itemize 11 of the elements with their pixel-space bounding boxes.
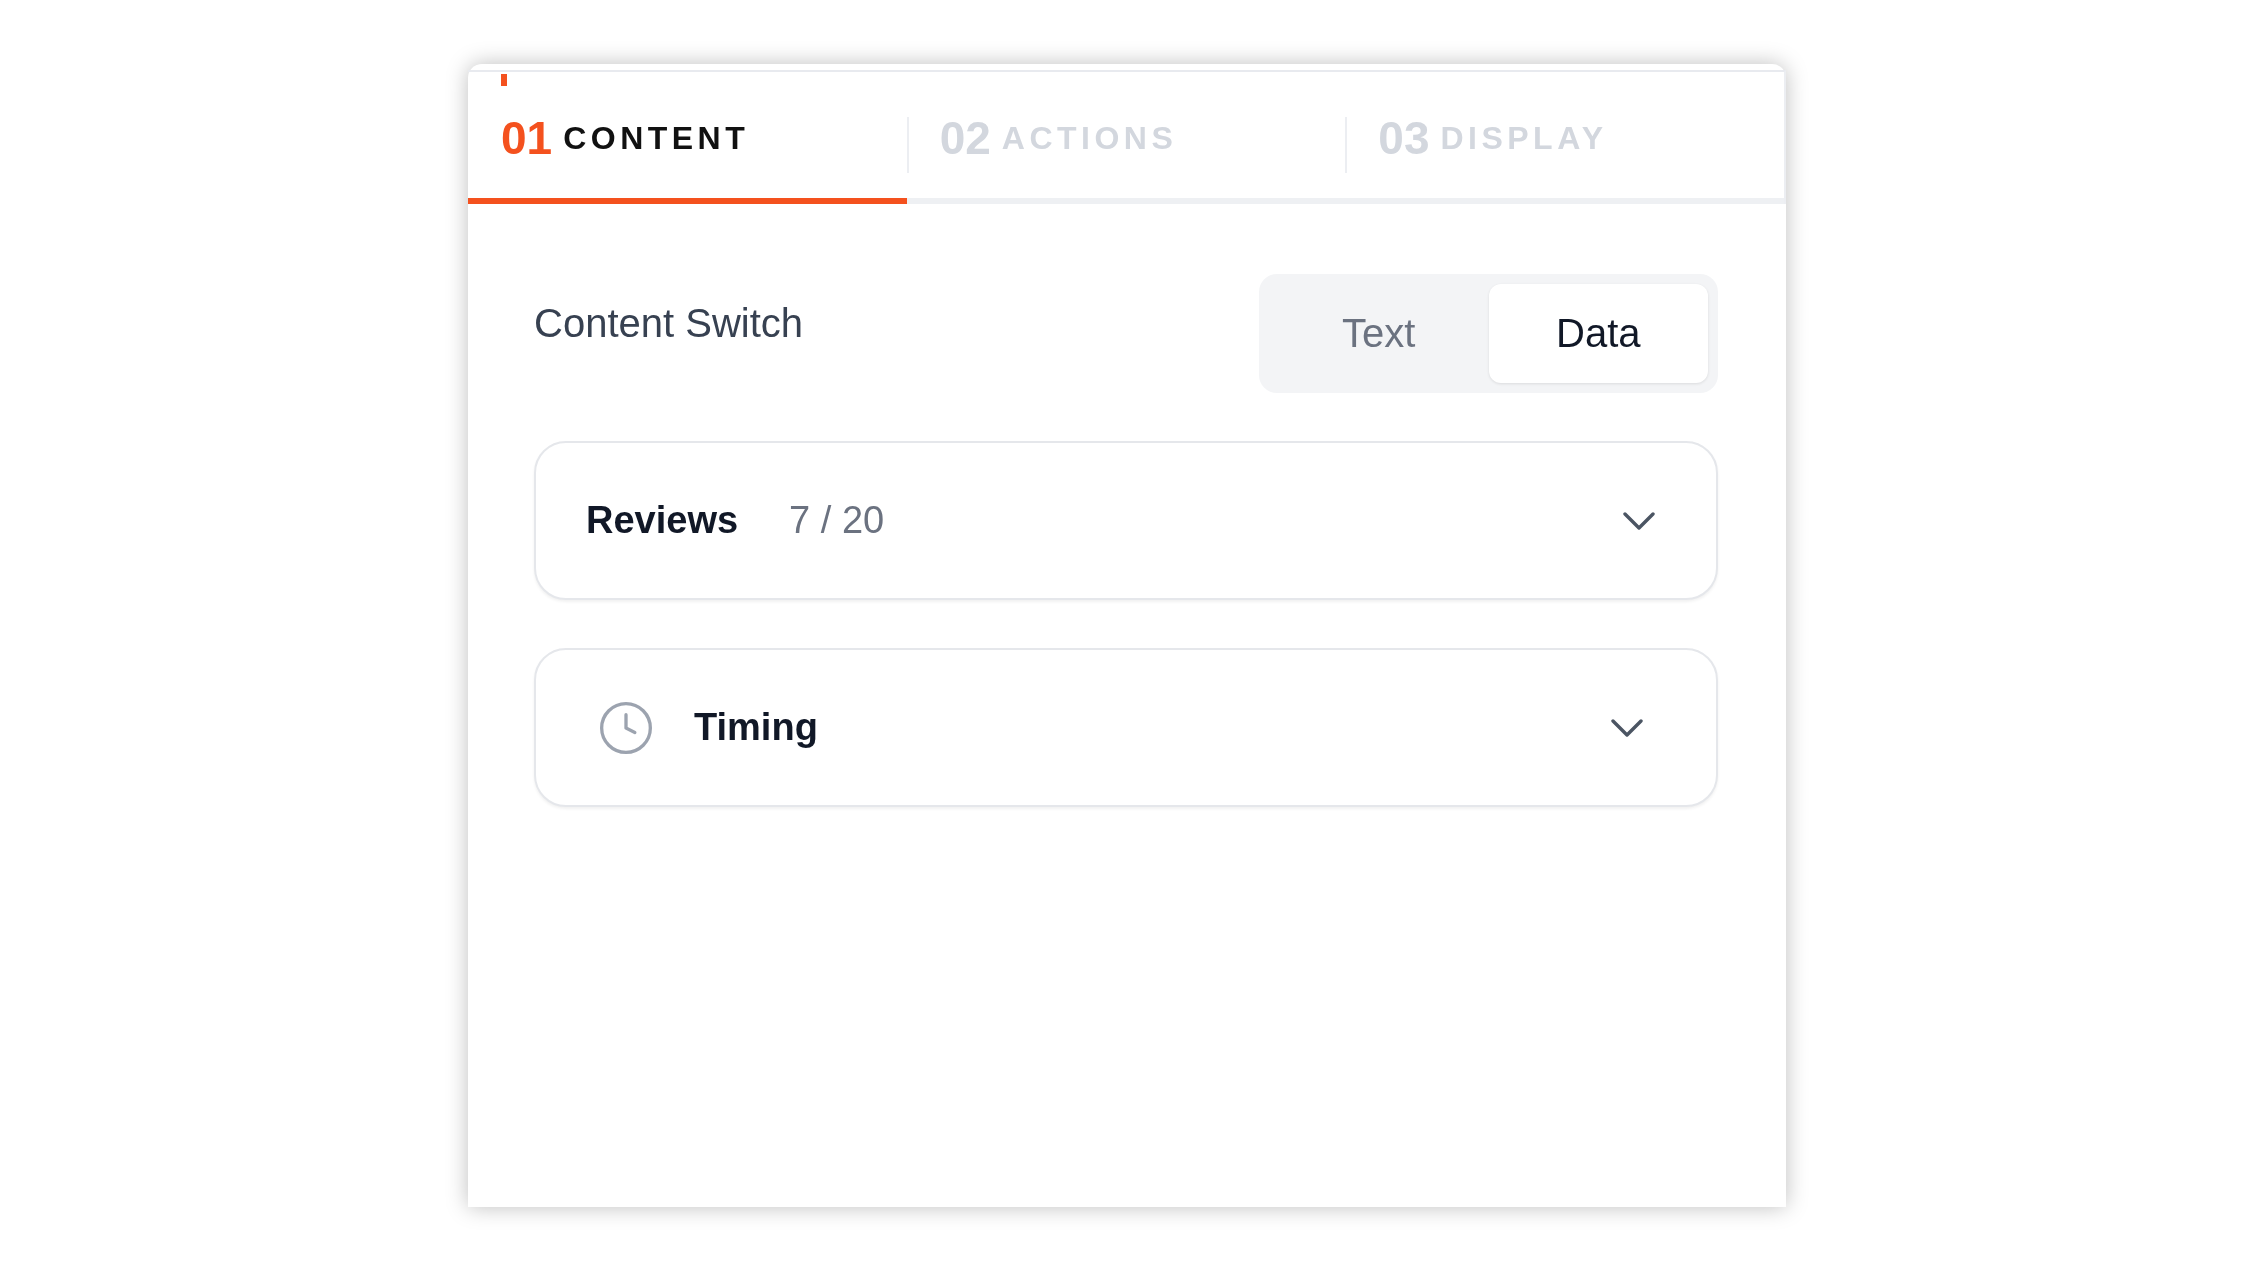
tab[interactable]: 01 CONTENT [468,72,907,204]
marker-icon [501,74,507,86]
chevron-down-icon[interactable] [1611,718,1643,737]
segment-option[interactable]: Data [1488,284,1708,383]
field-label: Content Switch [534,300,804,347]
count-text: 7 / 20 [789,499,885,542]
segment-option[interactable]: Text [1269,284,1489,383]
clock-icon [600,701,652,754]
chevron-down-icon[interactable] [1623,511,1655,530]
section-title: Timing [694,706,818,749]
section-title: Reviews [586,499,739,542]
